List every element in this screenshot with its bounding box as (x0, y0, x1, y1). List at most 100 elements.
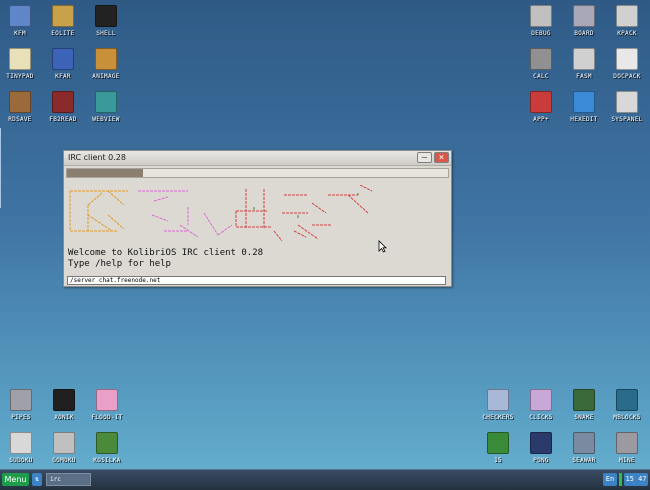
sea-battle-icon (573, 432, 595, 454)
desktop-icon-kfm[interactable]: KFM (0, 1, 42, 43)
desktop-icon-label: SEAWAR (572, 457, 596, 464)
activity-indicator (619, 473, 622, 486)
active-channel-tab[interactable] (67, 169, 143, 177)
task-switch-button[interactable]: ⇅ (32, 473, 42, 486)
checkers-icon (487, 389, 509, 411)
desktop-icon-fasm[interactable]: FASM (562, 44, 606, 86)
desktop-icon-eolite[interactable]: EOLITE (41, 1, 85, 43)
desktop-icon-label: SUDOKU (9, 457, 33, 464)
kfar-icon (52, 48, 74, 70)
desktop-icon-label: GOMOKU (52, 457, 76, 464)
desktop-icon-mine[interactable]: MINE (605, 428, 649, 470)
pipes-icon (10, 389, 32, 411)
desktop-icon-label: WEBVIEW (92, 116, 120, 123)
command-input[interactable]: /server chat.freenode.net (67, 276, 446, 285)
desktop-icon-fb2read[interactable]: FB2READ (41, 87, 85, 129)
web-browser-icon (95, 91, 117, 113)
desktop-icon-docpack[interactable]: DOCPACK (605, 44, 649, 86)
snake-icon (573, 389, 595, 411)
disk-stack-icon (9, 91, 31, 113)
desktop-icon-label: HEXEDIT (570, 116, 598, 123)
calculator-icon (530, 48, 552, 70)
sudoku-icon (10, 432, 32, 454)
desktop-icon-checkers[interactable]: CHECKERS (476, 385, 520, 427)
irc-client-window[interactable]: IRC client 0.28 – × Welcome to KolibriOS… (63, 150, 452, 287)
desktop-icon-label: KFAR (55, 73, 71, 80)
desktop-icon-clicks[interactable]: CLICKS (519, 385, 563, 427)
mblocks-icon (616, 389, 638, 411)
desktop-icon-label: DEBUG (531, 30, 551, 37)
desktop-icon-hexedit[interactable]: HEXEDIT (562, 87, 606, 129)
blocks-icon (530, 389, 552, 411)
desktop-icon-rdsave[interactable]: RDSAVE (0, 87, 42, 129)
desktop-icon-label: EOLITE (51, 30, 75, 37)
desktop-icon-webview[interactable]: WEBVIEW (84, 87, 128, 129)
minimize-button[interactable]: – (417, 152, 432, 163)
left-edge-marker (0, 128, 1, 208)
desktop-icon-sudoku[interactable]: SUDOKU (0, 428, 43, 470)
desktop-icon-label: SYSPANEL (611, 116, 643, 123)
desktop-icon-kfar[interactable]: KFAR (41, 44, 85, 86)
desktop-icon-label: KOSILKA (93, 457, 121, 464)
paint-tools-icon (95, 48, 117, 70)
desktop-icon-debug[interactable]: DEBUG (519, 1, 563, 43)
desktop-icon-pipes[interactable]: PIPES (0, 385, 43, 427)
taskbar-item-irc[interactable]: irc (46, 473, 91, 486)
desktop-icon-kpack[interactable]: KPACK (605, 1, 649, 43)
channel-tab-bar (66, 168, 449, 178)
notepad-icon (9, 48, 31, 70)
desktop-icon-label: SNAKE (574, 414, 594, 421)
desktop-icon-kosilka[interactable]: KOSILKA (85, 428, 129, 470)
desktop-icon-gomoku[interactable]: GOMOKU (42, 428, 86, 470)
desktop-icon-calc[interactable]: CALC (519, 44, 563, 86)
taskbar: Menu ⇅ irc En 15 47 (0, 469, 650, 490)
desktop-icon-label: 15 (494, 457, 502, 464)
window-titlebar[interactable]: IRC client 0.28 – × (64, 151, 451, 166)
ascii-logo-stroke (138, 190, 199, 238)
desktop-icon-label: CALC (533, 73, 549, 80)
desktop-icon-syspanel[interactable]: SYSPANEL (605, 87, 649, 129)
keyboard-layout-indicator[interactable]: En (603, 473, 617, 486)
terminal-icon (95, 5, 117, 27)
book-reader-icon (52, 91, 74, 113)
fifteen-puzzle-icon (487, 432, 509, 454)
sliders-icon (616, 91, 638, 113)
desktop-icon-label: PIPES (11, 414, 31, 421)
ascii-logo-stroke (235, 189, 308, 229)
desktop-icon-label: PONG (533, 457, 549, 464)
desktop-icon-label: FB2READ (49, 116, 77, 123)
desktop-icon-label: CHECKERS (482, 414, 514, 421)
desktop-icon-animage[interactable]: ANIMAGE (84, 44, 128, 86)
desktop-icon-shell[interactable]: SHELL (84, 1, 128, 43)
desktop-icon-label: MINE (619, 457, 635, 464)
desktop-icon-snake[interactable]: SNAKE (562, 385, 606, 427)
window-title: IRC client 0.28 (68, 153, 126, 162)
docs-icon (616, 48, 638, 70)
close-button[interactable]: × (434, 152, 449, 163)
xonix-icon (53, 389, 75, 411)
desktop-icon-board[interactable]: BOARD (562, 1, 606, 43)
ascii-logo-stroke (69, 190, 128, 232)
desktop-icon-15[interactable]: 15 (476, 428, 520, 470)
mouse-cursor-icon (378, 240, 387, 253)
start-menu-button[interactable]: Menu (2, 473, 29, 486)
desktop-icon-flood-it[interactable]: FLOOD-IT (85, 385, 129, 427)
assembler-icon (573, 48, 595, 70)
ascii-logo-stroke (107, 190, 125, 230)
pong-icon (530, 432, 552, 454)
board-icon (573, 5, 595, 27)
desktop-icon-pong[interactable]: PONG (519, 428, 563, 470)
desktop-icon-label: ANIMAGE (92, 73, 120, 80)
desktop-icon-tinypad[interactable]: TINYPAD (0, 44, 42, 86)
desktop-icon-label: KFM (14, 30, 26, 37)
desktop-icon-label: APP+ (533, 116, 549, 123)
desktop-icon-xonik[interactable]: XONIK (42, 385, 86, 427)
desktop-icon-label: SHELL (96, 30, 116, 37)
clock: 15 47 (624, 473, 648, 486)
desktop-icon-label: TINYPAD (6, 73, 34, 80)
desktop-icon-seawar[interactable]: SEAWAR (562, 428, 606, 470)
desktop-icon-app-[interactable]: APP+ (519, 87, 563, 129)
desktop-icon-mblocks[interactable]: MBLOCKS (605, 385, 649, 427)
desktop-icon-label: XONIK (54, 414, 74, 421)
desktop-icon-label: MBLOCKS (613, 414, 641, 421)
